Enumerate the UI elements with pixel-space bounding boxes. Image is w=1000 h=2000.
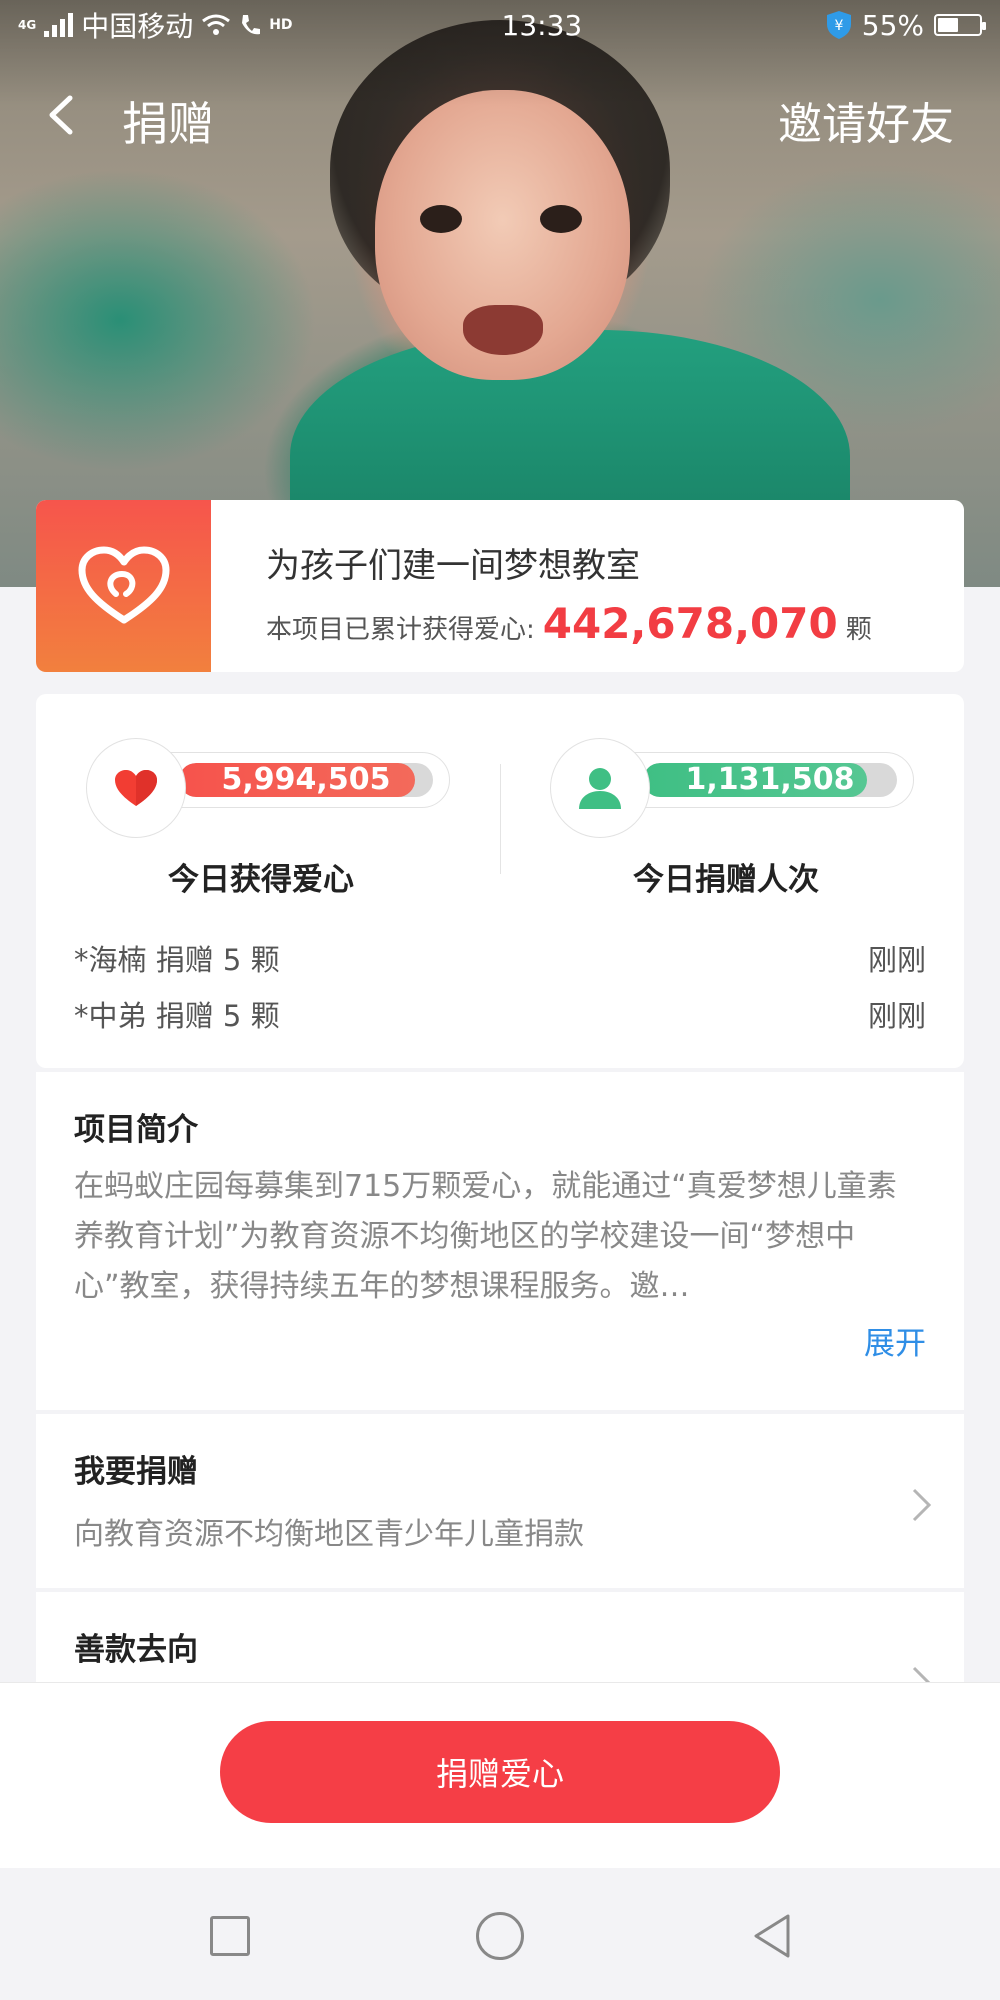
heart-icon xyxy=(115,770,157,806)
project-total-unit: 颗 xyxy=(845,615,872,645)
donate-row[interactable]: 我要捐赠 向教育资源不均衡地区青少年儿童捐款 xyxy=(36,1414,964,1588)
donation-time: 刚刚 xyxy=(867,943,926,977)
status-time: 13:33 xyxy=(501,8,583,42)
wifi-icon xyxy=(202,14,231,35)
project-total-value: 442,678,070 xyxy=(542,599,838,648)
back-arrow-icon[interactable] xyxy=(40,92,86,138)
back-triangle-icon[interactable] xyxy=(750,1912,794,1960)
recent-donations: *海楠 捐赠 5 颗 刚刚 *中弟 捐赠 5 颗 刚刚 xyxy=(74,930,926,1042)
today-donors-stat: 1,131,508 xyxy=(550,738,914,838)
heart-logo-icon xyxy=(78,546,169,624)
carrier-name: 中国移动 xyxy=(81,10,194,43)
battery-fill xyxy=(938,18,959,32)
person-icon-circle xyxy=(550,738,650,838)
recent-apps-icon[interactable] xyxy=(210,1916,250,1956)
donation-screen: 4G 中国移动 HD 13:33 ¥ 55% 捐赠 邀请好友 为孩子们建一间梦想… xyxy=(0,0,1000,2000)
svg-text:¥: ¥ xyxy=(834,18,843,34)
heart-icon-circle xyxy=(86,738,186,838)
project-logo xyxy=(36,500,211,672)
home-icon[interactable] xyxy=(476,1912,524,1960)
list-item: *海楠 捐赠 5 颗 刚刚 xyxy=(74,930,926,986)
donation-time: 刚刚 xyxy=(867,999,926,1033)
status-bar: 4G 中国移动 HD 13:33 ¥ 55% xyxy=(0,0,1000,50)
project-info: 为孩子们建一间梦想教室 本项目已累计获得爱心: 442,678,070 颗 xyxy=(211,500,872,672)
project-title: 为孩子们建一间梦想教室 xyxy=(266,546,640,586)
today-stats-card: 5,994,505 1,131,508 今日获得爱心 今日捐赠人次 *海楠 捐赠… xyxy=(36,694,964,1068)
shield-icon: ¥ xyxy=(826,11,851,39)
system-nav-bar xyxy=(0,1868,1000,2000)
project-total-label: 本项目已累计获得爱心: xyxy=(266,615,535,645)
battery-percent: 55% xyxy=(861,8,924,42)
project-total: 本项目已累计获得爱心: 442,678,070 颗 xyxy=(266,599,872,648)
nav-bar: 捐赠 邀请好友 xyxy=(0,70,1000,160)
bottom-action-bar: 捐赠爱心 xyxy=(0,1682,1000,1868)
expand-link[interactable]: 展开 xyxy=(864,1318,926,1363)
fund-flow-title: 善款去向 xyxy=(74,1632,198,1668)
today-hearts-label: 今日获得爱心 xyxy=(168,862,354,898)
donation-text: *中弟 捐赠 5 颗 xyxy=(74,999,280,1033)
fund-flow-row[interactable]: 善款去向 xyxy=(36,1592,964,1682)
invite-friends-button[interactable]: 邀请好友 xyxy=(778,88,954,152)
donate-row-title: 我要捐赠 xyxy=(74,1454,198,1490)
today-donors-value: 1,131,508 xyxy=(685,762,855,797)
intro-text: 在蚂蚁庄园每募集到715万颗爱心，就能通过“真爱梦想儿童素养教育计划”为教育资源… xyxy=(74,1169,897,1304)
donate-row-subtitle: 向教育资源不均衡地区青少年儿童捐款 xyxy=(74,1517,584,1552)
today-hearts-stat: 5,994,505 xyxy=(86,738,450,838)
status-right: ¥ 55% xyxy=(826,8,986,42)
chevron-right-icon xyxy=(912,1666,931,1682)
network-type: 4G xyxy=(18,18,37,32)
project-card: 为孩子们建一间梦想教室 本项目已累计获得爱心: 442,678,070 颗 xyxy=(36,500,964,672)
battery-icon xyxy=(934,14,986,36)
signal-icon xyxy=(44,13,74,37)
today-hearts-value: 5,994,505 xyxy=(221,762,391,797)
chevron-right-icon xyxy=(912,1488,932,1522)
page-title: 捐赠 xyxy=(122,97,214,151)
list-item: *中弟 捐赠 5 颗 刚刚 xyxy=(74,986,926,1042)
project-intro-card: 项目简介 在蚂蚁庄园每募集到715万颗爱心，就能通过“真爱梦想儿童素养教育计划”… xyxy=(36,1072,964,1410)
intro-title: 项目简介 xyxy=(74,1112,198,1148)
donation-text: *海楠 捐赠 5 颗 xyxy=(74,943,280,977)
person-icon xyxy=(579,768,621,809)
stats-divider xyxy=(500,764,501,874)
today-donors-label: 今日捐赠人次 xyxy=(633,862,819,898)
donate-hearts-button[interactable]: 捐赠爱心 xyxy=(220,1721,780,1823)
